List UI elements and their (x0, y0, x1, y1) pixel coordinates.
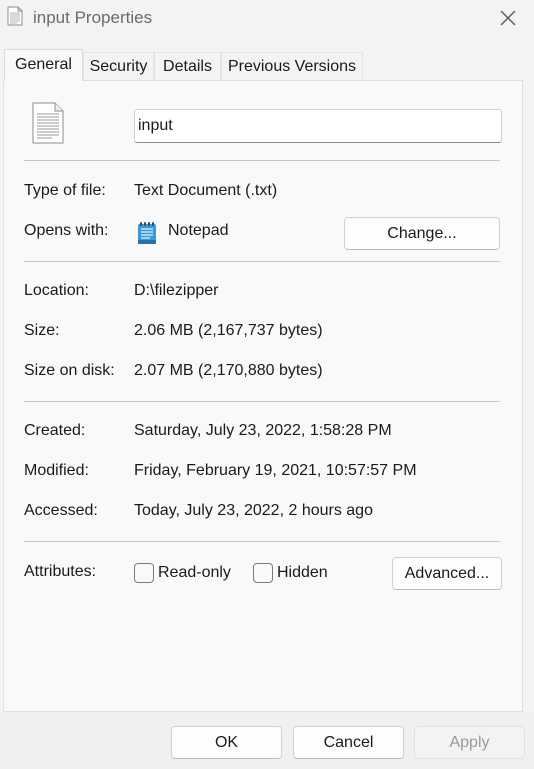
modified-value: Friday, February 19, 2021, 10:57:57 PM (134, 462, 417, 479)
text-document-icon (32, 102, 64, 144)
tab-general[interactable]: General (4, 49, 83, 81)
attributes-label: Attributes: (24, 563, 97, 580)
separator (24, 401, 500, 402)
size-on-disk-value: 2.07 MB (2,170,880 bytes) (134, 362, 323, 379)
hidden-label: Hidden (277, 564, 328, 581)
location-label: Location: (24, 282, 89, 299)
type-of-file-value: Text Document (.txt) (134, 182, 278, 199)
created-value: Saturday, July 23, 2022, 1:58:28 PM (134, 422, 392, 439)
window-title: input Properties (33, 8, 153, 27)
opens-with-label: Opens with: (24, 222, 109, 239)
separator (24, 541, 500, 542)
separator (24, 261, 500, 262)
file-name-input[interactable] (134, 109, 502, 143)
type-of-file-label: Type of file: (24, 182, 106, 199)
modified-label: Modified: (24, 462, 89, 479)
tab-security[interactable]: Security (83, 52, 154, 80)
separator (24, 160, 500, 161)
tab-previous-versions[interactable]: Previous Versions (221, 52, 363, 80)
tab-details[interactable]: Details (154, 52, 221, 80)
apply-button[interactable]: Apply (414, 726, 525, 759)
size-label: Size: (24, 322, 60, 339)
advanced-button[interactable]: Advanced... (392, 557, 502, 590)
location-value: D:\filezipper (134, 282, 219, 299)
notepad-icon (138, 222, 156, 244)
close-icon[interactable] (496, 6, 520, 30)
opens-with-app: Notepad (168, 222, 229, 239)
title-bar: input Properties (0, 0, 534, 36)
accessed-value: Today, July 23, 2022, 2 hours ago (134, 502, 373, 519)
hidden-checkbox[interactable] (253, 563, 273, 583)
size-on-disk-label: Size on disk: (24, 362, 115, 379)
created-label: Created: (24, 422, 86, 439)
text-file-icon (7, 6, 23, 26)
ok-button[interactable]: OK (171, 726, 282, 759)
read-only-label: Read-only (158, 564, 231, 581)
general-panel (3, 80, 523, 712)
cancel-button[interactable]: Cancel (293, 726, 404, 759)
size-value: 2.06 MB (2,167,737 bytes) (134, 322, 323, 339)
accessed-label: Accessed: (24, 502, 98, 519)
change-button[interactable]: Change... (344, 217, 500, 250)
read-only-checkbox[interactable] (134, 563, 154, 583)
